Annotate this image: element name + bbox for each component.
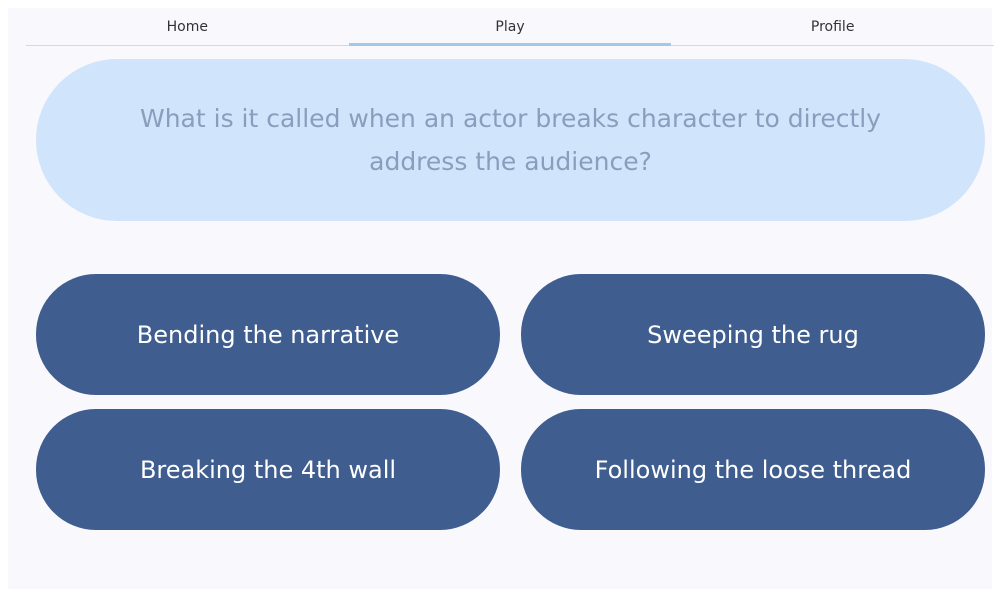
- answer-button-1[interactable]: Bending the narrative: [36, 274, 500, 395]
- answer-grid: Bending the narrative Sweeping the rug B…: [36, 274, 985, 530]
- app-frame: Home Play Profile What is it called when…: [8, 8, 994, 589]
- tab-bar: Home Play Profile: [26, 8, 994, 46]
- question-text: What is it called when an actor breaks c…: [139, 104, 882, 176]
- answer-button-4[interactable]: Following the loose thread: [521, 409, 985, 530]
- tab-profile[interactable]: Profile: [671, 8, 994, 45]
- answer-button-2[interactable]: Sweeping the rug: [521, 274, 985, 395]
- tab-home[interactable]: Home: [26, 8, 349, 45]
- tab-play[interactable]: Play: [348, 8, 672, 46]
- question-card: What is it called when an actor breaks c…: [36, 59, 985, 221]
- answer-button-3[interactable]: Breaking the 4th wall: [36, 409, 500, 530]
